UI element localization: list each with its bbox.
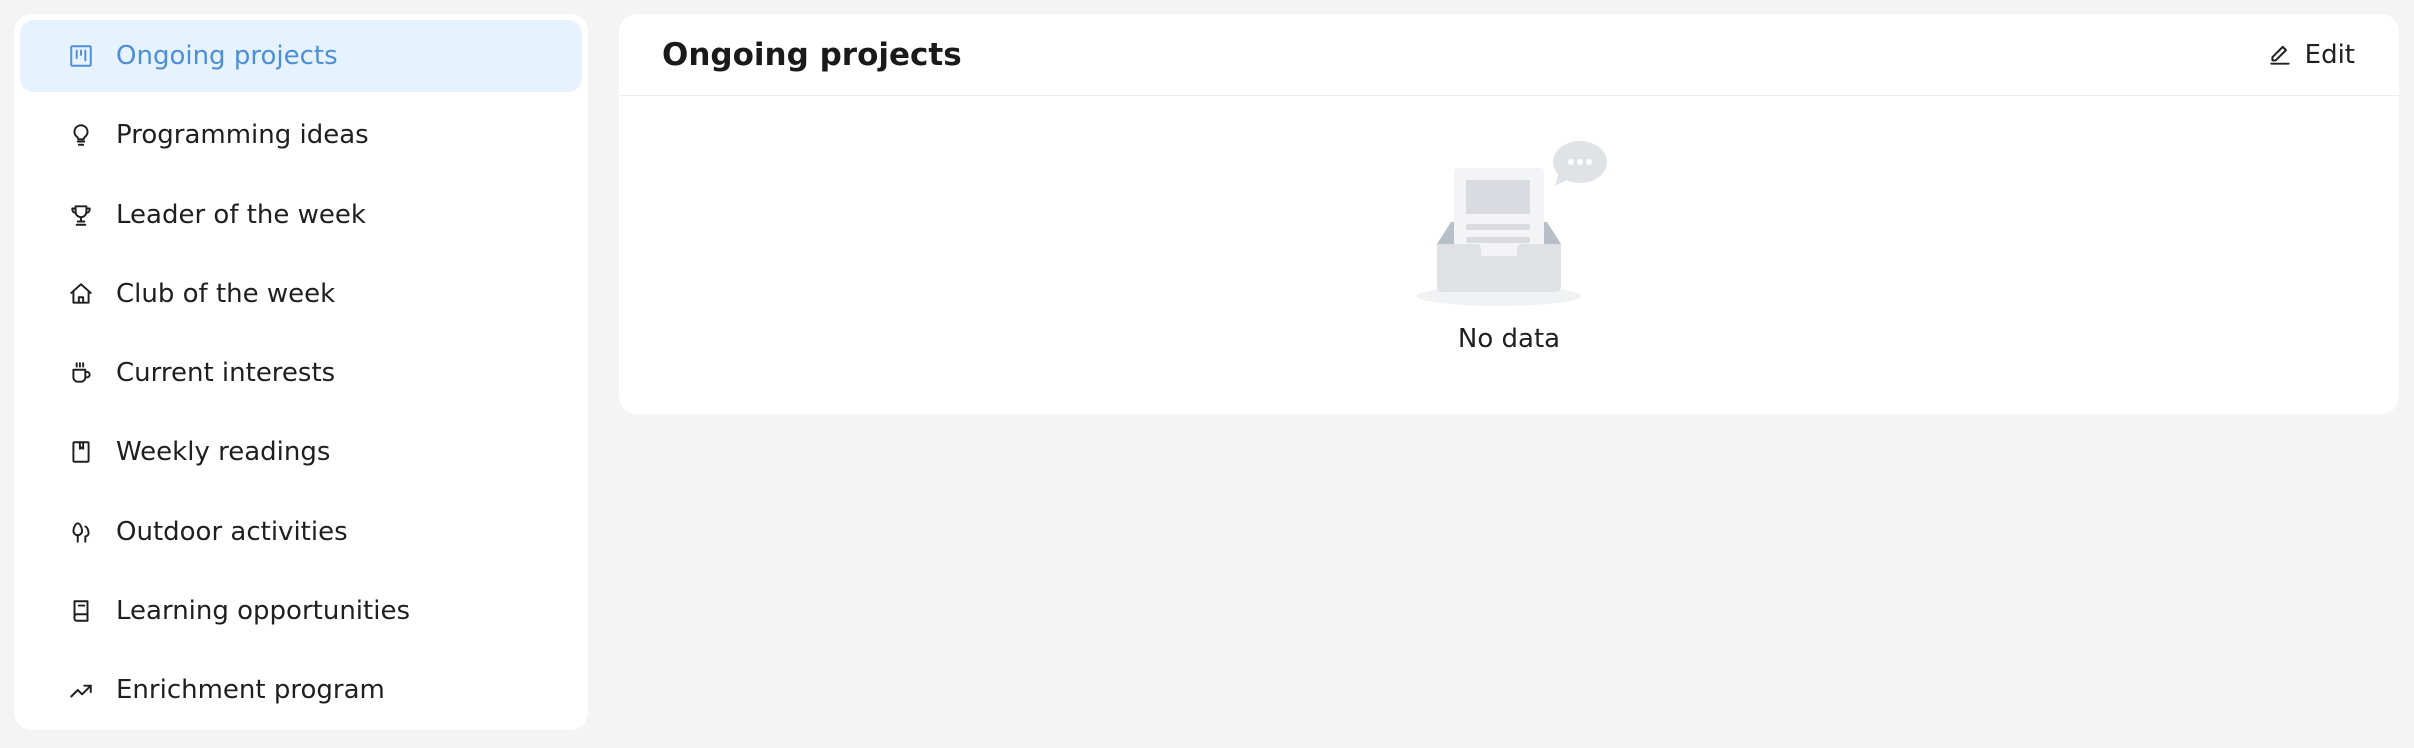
sidebar-item-programming-ideas[interactable]: Programming ideas — [20, 99, 582, 171]
sidebar-item-label: Leader of the week — [116, 199, 366, 230]
page-title: Ongoing projects — [662, 36, 962, 73]
sidebar-item-weekly-readings[interactable]: Weekly readings — [20, 416, 582, 488]
sidebar-item-leader-of-the-week[interactable]: Leader of the week — [20, 179, 582, 251]
empty-inbox-icon — [1417, 141, 1607, 306]
home-icon — [66, 279, 96, 309]
coffee-cup-icon — [66, 358, 96, 388]
trending-up-icon — [66, 675, 96, 705]
bookmark-icon — [66, 437, 96, 467]
sidebar-item-ongoing-projects[interactable]: Ongoing projects — [20, 20, 582, 92]
sidebar-item-label: Outdoor activities — [116, 516, 348, 547]
sidebar-item-label: Programming ideas — [116, 120, 369, 151]
sidebar-item-label: Current interests — [116, 358, 336, 389]
empty-state: No data — [619, 134, 2399, 354]
empty-state-text: No data — [1457, 324, 1561, 354]
edit-label: Edit — [2304, 39, 2355, 70]
lightbulb-icon — [66, 120, 96, 150]
sidebar-item-learning-opportunities[interactable]: Learning opportunities — [20, 575, 582, 647]
sidebar-item-current-interests[interactable]: Current interests — [20, 337, 582, 409]
trophy-icon — [66, 200, 96, 230]
sidebar: Ongoing projects Programming ideas Leade… — [14, 14, 588, 730]
trees-icon — [66, 517, 96, 547]
sidebar-item-enrichment-program[interactable]: Enrichment program — [20, 654, 582, 726]
sidebar-item-label: Weekly readings — [116, 437, 331, 468]
sidebar-item-outdoor-activities[interactable]: Outdoor activities — [20, 496, 582, 568]
panel-header: Ongoing projects Edit — [619, 14, 2399, 96]
sidebar-item-label: Enrichment program — [116, 675, 385, 706]
sidebar-item-label: Club of the week — [116, 278, 336, 309]
main-panel: Ongoing projects Edit No data — [619, 14, 2399, 414]
sidebar-item-club-of-the-week[interactable]: Club of the week — [20, 258, 582, 330]
pencil-icon — [2269, 45, 2290, 65]
sidebar-item-label: Ongoing projects — [116, 41, 338, 71]
edit-button[interactable]: Edit — [2267, 40, 2355, 70]
kanban-board-icon — [66, 41, 96, 71]
book-icon — [66, 596, 96, 626]
sidebar-item-label: Learning opportunities — [116, 596, 410, 627]
